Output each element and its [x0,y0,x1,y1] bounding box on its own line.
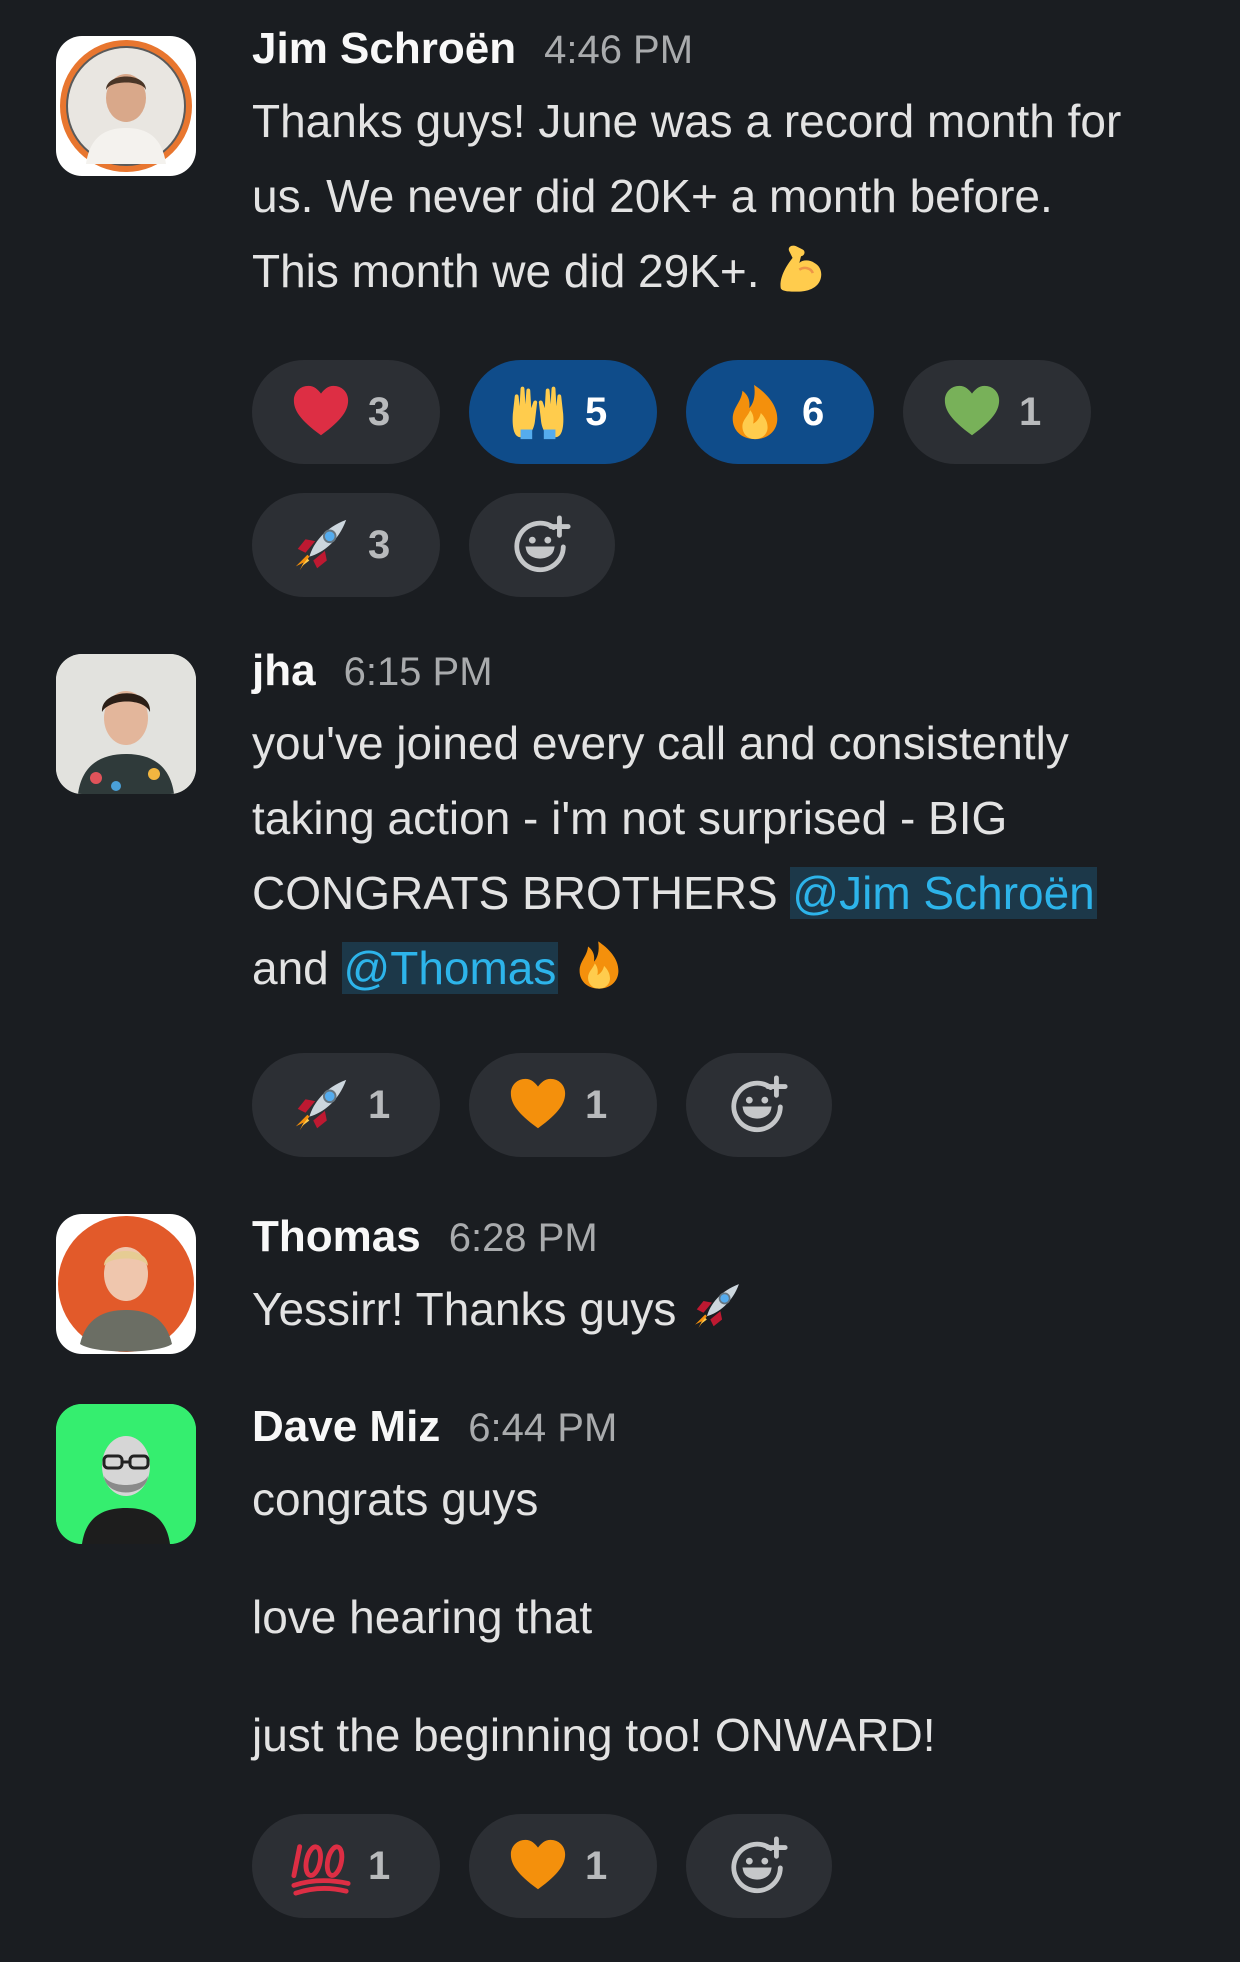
rocket-icon [290,1074,352,1136]
reaction-count: 5 [585,389,608,434]
timestamp[interactable]: 4:46 PM [544,28,693,73]
message-line: taking action - i'm not surprised - BIG [252,792,1008,844]
message-line: you've joined every call and consistentl… [252,717,1069,769]
flexed-biceps-icon [774,241,828,295]
rocket-icon [690,1279,744,1333]
hundred-points-icon [290,1835,352,1897]
message-line: Thanks guys! June was a record month for [252,95,1122,147]
fire-icon [724,381,786,443]
add-reaction-button[interactable] [469,493,615,597]
message-line: love hearing that [252,1591,593,1643]
reaction-orange-heart[interactable]: 1 [469,1053,657,1157]
reaction-count: 3 [368,389,391,434]
message-line: This month we did 29K+. [252,234,1192,309]
add-reaction-icon [511,514,573,576]
message-line: congrats guys [252,1473,539,1525]
message-line: CONGRATS BROTHERS @Jim Schroën [252,867,1097,919]
message-line: Yessirr! Thanks guys [252,1272,1192,1347]
message-line: just the beginning too! ONWARD! [252,1709,936,1761]
timestamp[interactable]: 6:15 PM [344,650,493,695]
author-name[interactable]: Dave Miz [252,1402,440,1452]
author-name[interactable]: Jim Schroën [252,24,516,74]
author-name[interactable]: jha [252,646,316,696]
add-reaction-icon [728,1835,790,1897]
reaction-hundred-points[interactable]: 1 [252,1814,440,1918]
reaction-raising-hands[interactable]: 5 [469,360,657,464]
avatar-thomas[interactable] [56,1214,196,1354]
mention-thomas[interactable]: @Thomas [341,942,559,994]
message-line: us. We never did 20K+ a month before. [252,170,1053,222]
raising-hands-icon [507,381,569,443]
reaction-count: 1 [368,1843,391,1888]
avatar-jha[interactable] [56,654,196,794]
reaction-count: 1 [585,1082,608,1127]
green-heart-icon [941,381,1003,443]
avatar-jim[interactable] [56,36,196,176]
add-reaction-icon [728,1074,790,1136]
red-heart-icon [290,381,352,443]
reaction-count: 6 [802,389,825,434]
message-line: and @Thomas [252,931,1192,1006]
reaction-count: 1 [585,1843,608,1888]
orange-heart-icon [507,1835,569,1897]
reaction-rocket[interactable]: 3 [252,493,440,597]
timestamp[interactable]: 6:44 PM [468,1406,617,1451]
reaction-red-heart[interactable]: 3 [252,360,440,464]
timestamp[interactable]: 6:28 PM [449,1216,598,1261]
reaction-fire[interactable]: 6 [686,360,874,464]
fire-icon [572,938,626,992]
avatar-dave[interactable] [56,1404,196,1544]
author-name[interactable]: Thomas [252,1212,421,1262]
reaction-rocket[interactable]: 1 [252,1053,440,1157]
orange-heart-icon [507,1074,569,1136]
rocket-icon [290,514,352,576]
reaction-orange-heart[interactable]: 1 [469,1814,657,1918]
reaction-count: 3 [368,522,391,567]
reaction-count: 1 [1019,389,1042,434]
add-reaction-button[interactable] [686,1053,832,1157]
mention-jim[interactable]: @Jim Schroën [790,867,1097,919]
reaction-count: 1 [368,1082,391,1127]
reaction-green-heart[interactable]: 1 [903,360,1091,464]
add-reaction-button[interactable] [686,1814,832,1918]
